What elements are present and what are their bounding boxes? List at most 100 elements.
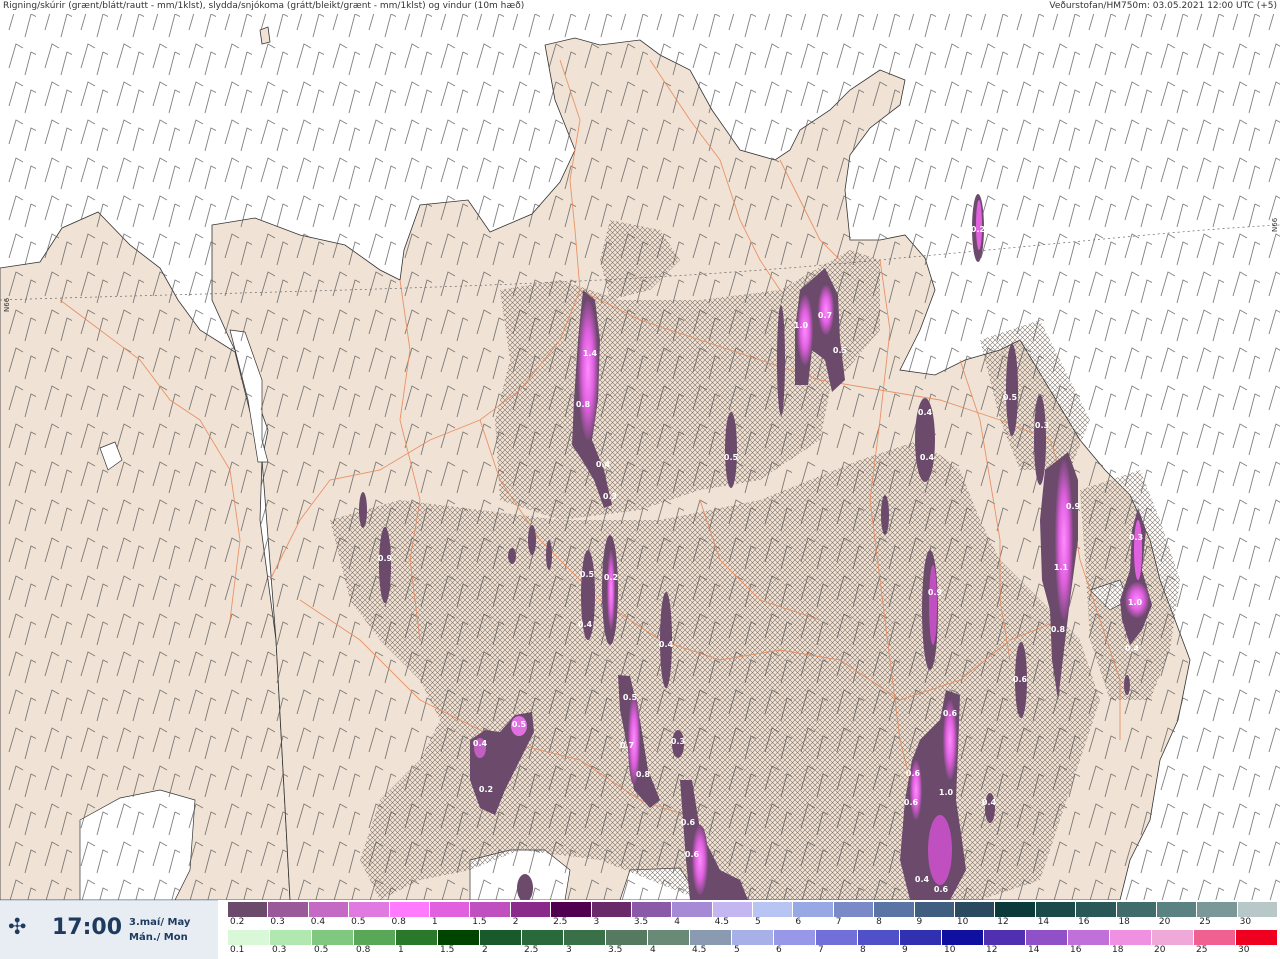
snow-legend-swatch — [753, 902, 794, 917]
rain-legend-swatch — [732, 930, 774, 945]
precip-value: 0.6 — [934, 885, 949, 894]
snow-legend-label: 0.5 — [351, 917, 366, 927]
rain-legend-swatch — [900, 930, 942, 945]
precip-value: 0.7 — [818, 311, 832, 320]
rain-legend-label: 18 — [1112, 945, 1124, 955]
rain-legend-bar — [228, 930, 1278, 945]
rain-legend-label: 2 — [482, 945, 488, 955]
snow-legend-swatch — [389, 902, 430, 917]
precip-value: 0.4 — [918, 408, 933, 417]
rain-legend-label: 1 — [398, 945, 404, 955]
snow-legend-label: 4.5 — [714, 917, 729, 927]
precip-value: 1.1 — [1054, 563, 1069, 572]
snow-legend-label: 7 — [835, 917, 842, 927]
rain-legend-label: 7 — [818, 945, 824, 955]
snow-legend-label: 2.5 — [553, 917, 568, 927]
snow-legend-swatch — [228, 902, 269, 917]
rain-legend-swatch — [564, 930, 606, 945]
snow-legend-swatch — [1076, 902, 1117, 917]
rain-legend-swatch — [984, 930, 1026, 945]
snow-legend-label: 5 — [755, 917, 761, 927]
precip-value: 0.5 — [512, 720, 527, 729]
rain-legend-swatch — [396, 930, 438, 945]
snow-legend-swatch — [631, 902, 673, 917]
rain-legend-label: 5 — [734, 945, 740, 955]
rain-legend-label: 6 — [776, 945, 782, 955]
weather-map: 1.4 0.8 0.4 0.3 1.0 0.7 0.5 0.5 0.2 0.5 0.3 0.4 0.4 0… — [0, 0, 1280, 900]
rain-legend-swatch — [354, 930, 396, 945]
snow-legend-swatch — [874, 902, 915, 917]
precip-value: 0.4 — [1125, 644, 1140, 653]
rain-legend-label: 2.5 — [524, 945, 539, 955]
rain-legend-swatch — [858, 930, 900, 945]
snow-legend-label: 8 — [876, 917, 882, 927]
rain-legend-swatch — [606, 930, 648, 945]
wind-icon: ✣ — [8, 915, 27, 940]
latitude-label-left: N66 — [3, 297, 11, 312]
snow-legend-swatch — [510, 902, 552, 917]
rain-legend-swatch — [648, 930, 690, 945]
precip-value: 0.2 — [971, 225, 985, 234]
snow-legend-swatch — [268, 902, 309, 917]
rain-legend-label: 30 — [1238, 945, 1250, 955]
rain-legend-label: 4 — [650, 945, 656, 955]
rain-legend-swatch — [1236, 930, 1278, 945]
snow-legend-label: 25 — [1199, 917, 1211, 927]
rain-legend-swatch — [1194, 930, 1236, 945]
rain-legend-label: 9 — [902, 945, 908, 955]
rain-legend-label: 0.5 — [314, 945, 329, 955]
rain-legend-label: 20 — [1154, 945, 1166, 955]
snow-legend-swatch — [1197, 902, 1238, 917]
rain-legend-label: 14 — [1028, 945, 1040, 955]
precip-value: 0.9 — [1066, 502, 1081, 511]
snow-legend-label: 0.2 — [230, 917, 245, 927]
color-legends: 0.2 0.3 0.4 0.5 0.8 1 1.5 2 2.5 3 3.5 4 4.5 5 6 7 8 9 10 12… — [228, 900, 1280, 958]
snow-legend-swatch — [429, 902, 471, 917]
rain-legend-label: 1.5 — [440, 945, 455, 955]
precip-value: 0.4 — [982, 798, 997, 807]
precip-value: 1.4 — [583, 349, 598, 358]
snow-legend-label: 6 — [795, 917, 802, 927]
snow-legend-swatch — [551, 902, 592, 917]
rain-legend-swatch — [1110, 930, 1152, 945]
rain-legend-label: 10 — [944, 945, 956, 955]
rain-legend-swatch — [774, 930, 816, 945]
snow-legend-swatch — [914, 902, 956, 917]
forecast-time: 17:00 — [52, 915, 123, 940]
precip-value: 0.5 — [833, 346, 848, 355]
snow-legend-label: 0.3 — [270, 917, 285, 927]
rain-legend-label: 0.8 — [356, 945, 371, 955]
precip-value: 0.6 — [1013, 675, 1028, 684]
snow-legend-label: 1 — [431, 917, 438, 927]
snow-legend-labels: 0.2 0.3 0.4 0.5 0.8 1 1.5 2 2.5 3 3.5 4 4.5 5 6 7 8 9 10 12… — [228, 917, 1278, 929]
precip-value: 0.5 — [580, 570, 595, 579]
precip-value: 0.4 — [473, 739, 488, 748]
rain-legend-swatch — [816, 930, 858, 945]
snow-legend-swatch — [712, 902, 754, 917]
snow-legend-label: 14 — [1037, 917, 1050, 927]
rain-legend-swatch — [690, 930, 732, 945]
snow-legend-bar — [228, 902, 1279, 917]
rain-legend-label: 0.3 — [272, 945, 287, 955]
snow-legend-swatch — [1116, 902, 1157, 917]
forecast-weekday: Mán./ Mon — [129, 932, 188, 943]
rain-legend-swatch — [480, 930, 522, 945]
rain-legend-swatch — [942, 930, 984, 945]
precip-value: 0.8 — [1051, 625, 1066, 634]
rain-legend-swatch — [1026, 930, 1068, 945]
rain-legend-label: 3 — [566, 945, 572, 955]
snow-legend-label: 12 — [997, 917, 1009, 927]
precip-value: 0.3 — [1129, 533, 1143, 542]
precip-value: 0.6 — [904, 798, 919, 807]
rain-legend-label: 25 — [1196, 945, 1208, 955]
snow-legend-label: 10 — [956, 917, 969, 927]
snow-legend-swatch — [1156, 902, 1198, 917]
snow-legend-swatch — [793, 902, 834, 917]
rain-legend-swatch — [438, 930, 480, 945]
rain-legend-label: 16 — [1070, 945, 1082, 955]
rain-legend-labels: 0.1 0.3 0.5 0.8 1 1.5 2 2.5 3 3.5 4 4.5 5 6 7 8 9 10 12 14 1… — [228, 945, 1278, 957]
snow-legend-swatch — [995, 902, 1036, 917]
snow-legend-swatch — [1237, 902, 1279, 917]
precip-value: 0.7 — [620, 741, 634, 750]
snow-legend-label: 9 — [916, 917, 923, 927]
